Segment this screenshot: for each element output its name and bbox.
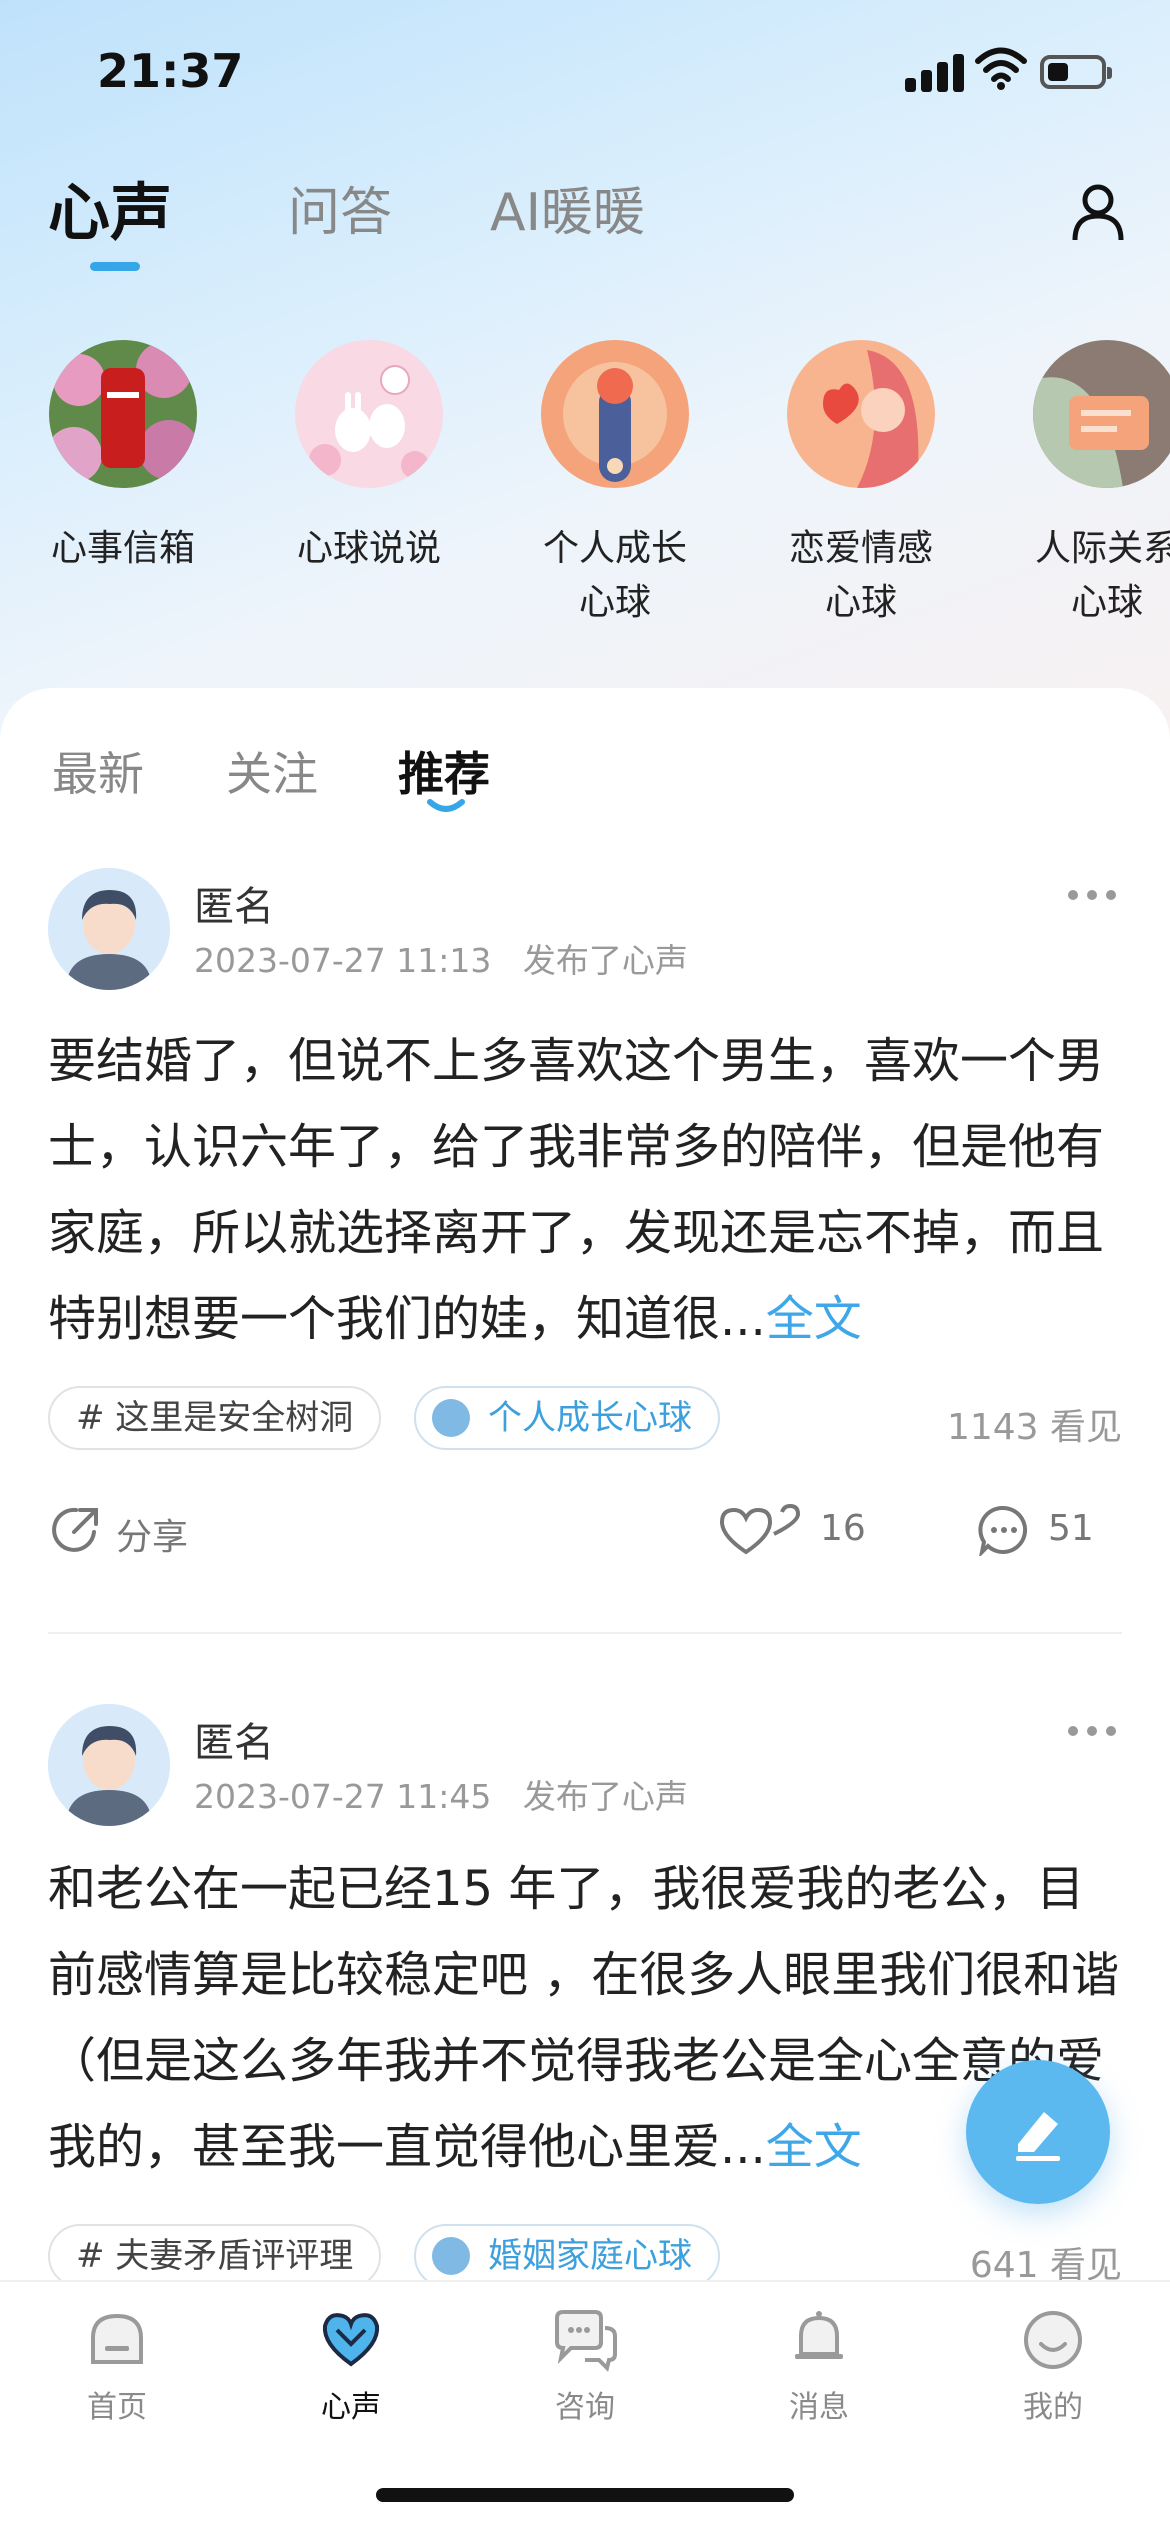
read-more-link[interactable]: 全文	[766, 2119, 862, 2175]
post-meta: 2023-07-27 11:13 发布了心声	[194, 934, 688, 982]
post-body[interactable]: 和老公在一起已经15 年了，我很爱我的老公，目前感情算是比较稳定吧 ，在很多人眼…	[48, 1846, 1122, 2190]
circle-item-growth[interactable]: 个人成长 心球	[492, 340, 738, 630]
circle-item-shuoshuo[interactable]: 心球说说	[246, 340, 492, 576]
avatar[interactable]	[48, 1704, 170, 1826]
nav-mine[interactable]: 我的	[936, 2308, 1170, 2426]
view-count: 1143 看见	[946, 1407, 1122, 1448]
topic-tag[interactable]: # 夫妻矛盾评评理	[48, 2224, 382, 2288]
heart-icon	[322, 2313, 380, 2367]
active-tab-indicator-icon	[427, 799, 465, 812]
circle-tag-label: 个人成长心球	[488, 1398, 692, 1438]
nav-label: 消息	[789, 2390, 849, 2425]
circle-categories: 心事信箱 心球说说 个人成长 心球 恋爱情感 心球 人际关系 心球	[0, 340, 1170, 640]
bell-icon	[795, 2311, 843, 2359]
post-action: 发布了心声	[522, 1777, 688, 1816]
tab-following[interactable]: 关注	[226, 738, 318, 804]
nav-home[interactable]: 首页	[0, 2308, 234, 2426]
post-action: 发布了心声	[522, 941, 688, 980]
circle-item-mailbox[interactable]: 心事信箱	[0, 340, 246, 576]
post-card[interactable]: 匿名 2023-07-27 11:45 发布了心声 和老公在一起已经15 年了，…	[48, 1704, 1122, 2288]
circle-name: 心事信箱	[50, 528, 195, 569]
tab-recommended[interactable]: 推荐	[398, 738, 490, 804]
circle-tag[interactable]: 个人成长心球	[414, 1386, 720, 1450]
nav-label: 我的	[1023, 2390, 1083, 2425]
tab-wenda[interactable]: 问答	[288, 170, 392, 245]
tab-ai-nuannuan[interactable]: AI暖暖	[490, 170, 645, 245]
more-icon[interactable]	[1066, 1724, 1118, 1738]
circle-tag-label: 婚姻家庭心球	[488, 2236, 692, 2276]
comment-count: 51	[1048, 1508, 1094, 1549]
planet-icon	[432, 1399, 470, 1437]
post-body[interactable]: 要结婚了，但说不上多喜欢这个男生，喜欢一个男士，认识六年了，给了我非常多的陪伴，…	[48, 1018, 1122, 1362]
comment-icon[interactable]	[978, 1504, 1030, 1556]
nav-label: 咨询	[555, 2390, 615, 2425]
circle-name: 个人成长 心球	[542, 528, 687, 623]
post-meta: 2023-07-27 11:45 发布了心声	[194, 1770, 688, 1818]
like-icon[interactable]	[718, 1504, 802, 1556]
shuoshuo-thumbnail	[295, 340, 443, 488]
tab-active-indicator	[90, 262, 140, 271]
home-icon	[91, 2313, 143, 2364]
share-button[interactable]: 分享	[116, 1508, 188, 1560]
tab-xinsheng[interactable]: 心声	[48, 162, 172, 252]
nav-messages[interactable]: 消息	[702, 2308, 936, 2426]
circle-item-social[interactable]: 人际关系 心球	[984, 340, 1170, 630]
topic-tag[interactable]: # 这里是安全树洞	[48, 1386, 382, 1450]
status-time: 21:37	[97, 44, 244, 98]
read-more-link[interactable]: 全文	[766, 1291, 862, 1347]
growth-thumbnail	[541, 340, 689, 488]
avatar[interactable]	[48, 868, 170, 990]
circle-name: 心球说说	[296, 528, 441, 569]
post-text: 和老公在一起已经15 年了，我很爱我的老公，目前感情算是比较稳定吧 ，在很多人眼…	[48, 1861, 1120, 2175]
smile-face-icon	[1024, 2311, 1082, 2369]
circle-tag[interactable]: 婚姻家庭心球	[414, 2224, 720, 2288]
tab-latest[interactable]: 最新	[52, 738, 144, 804]
nav-consult[interactable]: 咨询	[468, 2308, 702, 2426]
post-divider	[48, 1632, 1122, 1634]
status-bar: 21:37	[0, 0, 1170, 140]
chat-icon	[555, 2310, 617, 2372]
compose-icon	[1016, 2112, 1060, 2161]
planet-icon	[432, 2237, 470, 2275]
post-author[interactable]: 匿名	[194, 1710, 274, 1768]
like-count: 16	[820, 1508, 866, 1549]
love-thumbnail	[787, 340, 935, 488]
nav-xinsheng[interactable]: 心声	[234, 2308, 468, 2426]
nav-label: 首页	[87, 2390, 147, 2425]
circle-name: 人际关系 心球	[1034, 528, 1170, 623]
battery-icon	[1040, 55, 1112, 89]
compose-button[interactable]	[966, 2060, 1110, 2204]
post-card[interactable]: 匿名 2023-07-27 11:13 发布了心声 要结婚了，但说不上多喜欢这个…	[48, 868, 1122, 1568]
cellular-signal-icon	[905, 50, 965, 92]
post-time: 2023-07-27 11:45	[194, 1777, 492, 1816]
home-indicator	[376, 2488, 794, 2502]
post-text: 要结婚了，但说不上多喜欢这个男生，喜欢一个男士，认识六年了，给了我非常多的陪伴，…	[48, 1033, 1105, 1347]
post-time: 2023-07-27 11:13	[194, 941, 492, 980]
more-icon[interactable]	[1066, 888, 1118, 902]
profile-icon[interactable]	[1070, 182, 1126, 242]
nav-label: 心声	[321, 2390, 381, 2425]
circle-item-love[interactable]: 恋爱情感 心球	[738, 340, 984, 630]
social-thumbnail	[1033, 340, 1170, 488]
post-author[interactable]: 匿名	[194, 874, 274, 932]
share-icon[interactable]	[50, 1504, 102, 1556]
circle-name: 恋爱情感 心球	[788, 528, 933, 623]
mailbox-thumbnail	[49, 340, 197, 488]
wifi-icon	[975, 47, 1027, 90]
